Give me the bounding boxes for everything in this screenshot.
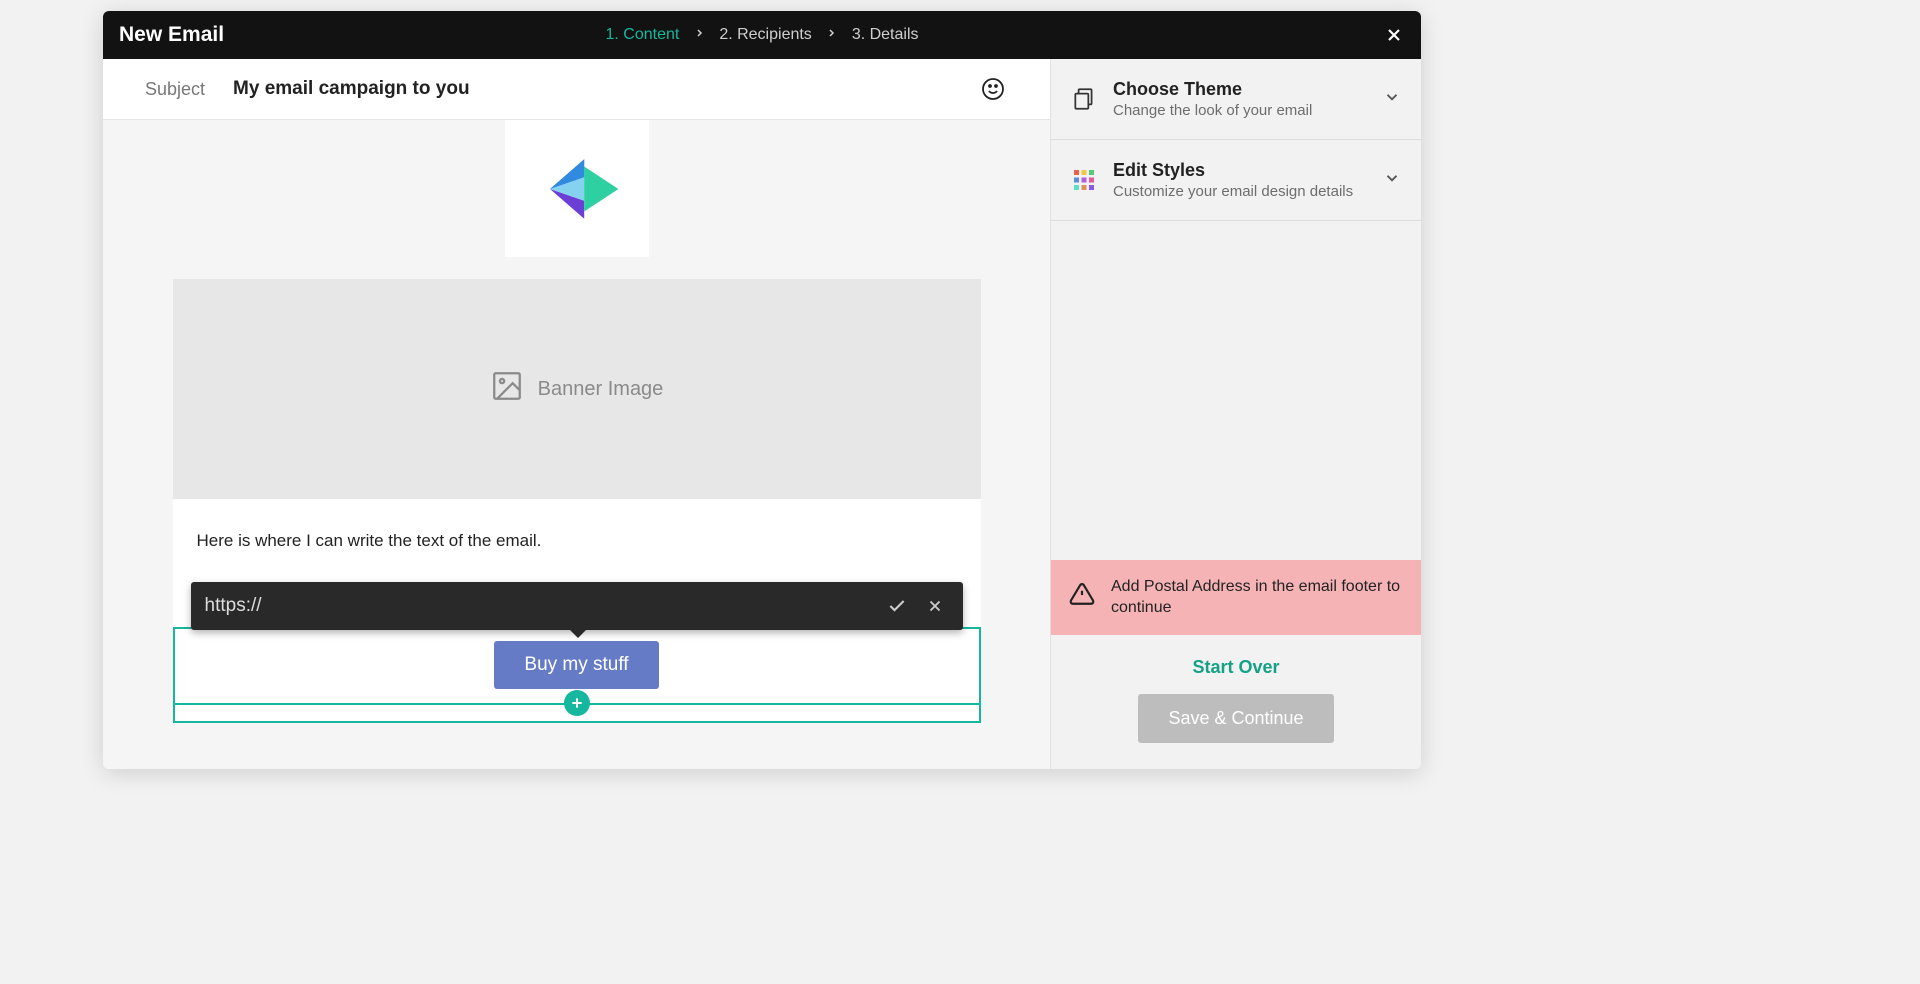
cta-button[interactable]: Buy my stuff	[494, 641, 658, 689]
subject-label: Subject	[145, 79, 205, 100]
chevron-down-icon	[1383, 88, 1401, 111]
wizard-steps: 1. Content 2. Recipients 3. Details	[605, 26, 918, 44]
editor-main: Subject My email campaign to you	[103, 59, 1050, 769]
button-block[interactable]: Buy my stuff	[173, 627, 981, 723]
step-content[interactable]: 1. Content	[605, 26, 679, 44]
theme-texts: Choose Theme Change the look of your ema…	[1113, 79, 1367, 119]
modal-header: New Email 1. Content 2. Recipients 3. De…	[103, 11, 1421, 59]
subject-bar: Subject My email campaign to you	[103, 59, 1050, 120]
insert-divider	[175, 703, 979, 705]
chevron-right-icon	[826, 26, 838, 44]
emoji-button[interactable]	[978, 74, 1008, 104]
theme-title: Choose Theme	[1113, 79, 1367, 100]
theme-icon	[1071, 86, 1097, 112]
right-sidebar: Choose Theme Change the look of your ema…	[1050, 59, 1421, 769]
email-canvas: Banner Image Here is where I can write t…	[103, 120, 1050, 769]
modal-body: Subject My email campaign to you	[103, 59, 1421, 769]
sidebar-spacer	[1051, 221, 1421, 560]
choose-theme-panel[interactable]: Choose Theme Change the look of your ema…	[1051, 59, 1421, 140]
logo-block[interactable]	[505, 120, 649, 257]
step-details[interactable]: 3. Details	[852, 26, 919, 44]
step-recipients[interactable]: 2. Recipients	[719, 26, 812, 44]
postal-address-warning: Add Postal Address in the email footer t…	[1051, 560, 1421, 635]
link-url-popover	[191, 582, 963, 630]
styles-subtitle: Customize your email design details	[1113, 183, 1367, 200]
chevron-right-icon	[693, 26, 705, 44]
confirm-link-button[interactable]	[883, 592, 911, 620]
styles-icon	[1071, 167, 1097, 193]
edit-styles-panel[interactable]: Edit Styles Customize your email design …	[1051, 140, 1421, 221]
add-block-button[interactable]	[564, 690, 590, 716]
chevron-down-icon	[1383, 169, 1401, 192]
email-column: Banner Image Here is where I can write t…	[173, 120, 981, 769]
close-button[interactable]	[1383, 24, 1405, 46]
banner-label: Banner Image	[538, 378, 664, 401]
warning-icon	[1069, 581, 1095, 614]
paragraph-1: Here is where I can write the text of th…	[197, 529, 957, 553]
start-over-button[interactable]: Start Over	[1192, 657, 1279, 678]
link-url-input[interactable]	[205, 595, 873, 617]
sidebar-actions: Start Over Save & Continue	[1051, 635, 1421, 769]
logo-icon	[532, 150, 622, 228]
modal-title: New Email	[119, 23, 224, 47]
save-continue-button[interactable]: Save & Continue	[1138, 694, 1333, 743]
warning-text: Add Postal Address in the email footer t…	[1111, 576, 1403, 619]
cancel-link-button[interactable]	[921, 592, 949, 620]
theme-subtitle: Change the look of your email	[1113, 102, 1367, 119]
banner-image-placeholder[interactable]: Banner Image	[173, 279, 981, 499]
styles-title: Edit Styles	[1113, 160, 1367, 181]
subject-input[interactable]: My email campaign to you	[233, 78, 470, 100]
image-icon	[490, 369, 524, 409]
email-editor-modal: New Email 1. Content 2. Recipients 3. De…	[103, 11, 1421, 769]
styles-texts: Edit Styles Customize your email design …	[1113, 160, 1367, 200]
